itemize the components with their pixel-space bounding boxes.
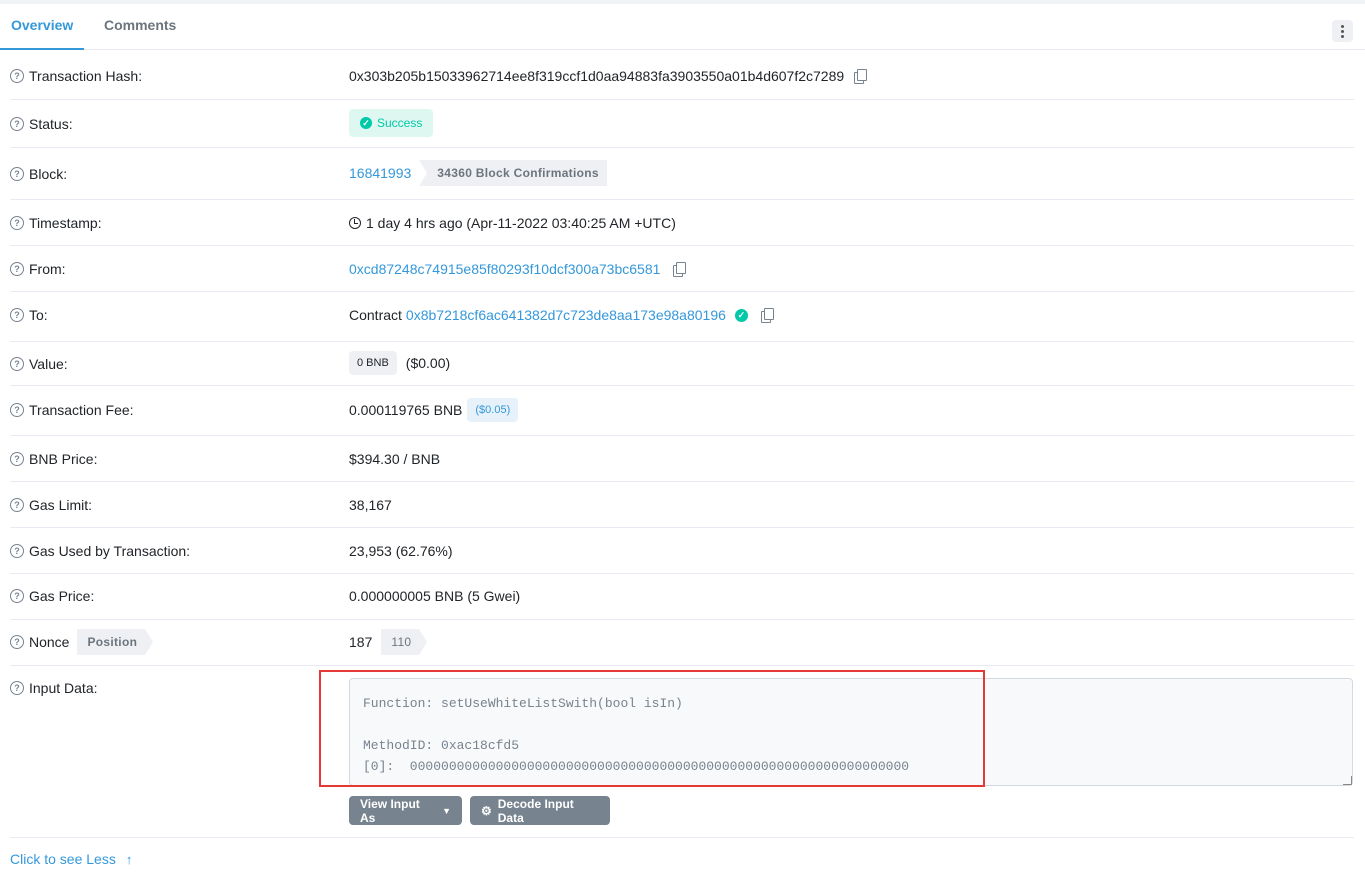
verified-check-icon: ✓ [734,308,748,322]
position-value: 110 [381,629,428,655]
status-badge: ✓ Success [349,109,434,137]
row-transaction-hash: ? Transaction Hash: 0x303b205b15033962714… [10,50,1354,100]
row-from: ? From: 0xcd87248c74915e85f80293f10dcf300… [10,246,1354,292]
row-status: ? Status: ✓ Success [10,100,1354,148]
row-label: Input Data: [29,680,98,696]
clock-icon [349,217,361,229]
position-tag: Position [77,629,153,655]
row-gas-used: ? Gas Used by Transaction: 23,953 (62.76%… [10,528,1354,574]
view-input-as-button[interactable]: View Input As ▼ [349,796,462,825]
gas-used-value: 23,953 (62.76%) [349,543,453,559]
question-icon: ? [10,167,24,181]
row-label: Status: [29,116,73,132]
copy-icon[interactable] [673,262,687,277]
to-address-link[interactable]: 0x8b7218cf6ac641382d7c723de8aa173e98a801… [406,307,726,323]
tab-comments[interactable]: Comments [104,4,176,48]
view-input-as-label: View Input As [360,796,420,825]
contract-prefix: Contract [349,307,402,323]
tab-overview[interactable]: Overview [0,4,85,50]
row-label: BNB Price: [29,451,98,467]
row-label: Value: [29,356,68,372]
question-icon: ? [10,216,24,230]
chevron-down-icon: ▼ [442,805,451,816]
value-usd: ($0.00) [405,355,451,371]
block-number-link[interactable]: 16841993 [349,165,411,181]
row-label: Nonce [29,634,70,650]
question-icon: ? [10,403,24,417]
transaction-hash-value: 0x303b205b15033962714ee8f319ccf1d0aa9488… [349,68,845,84]
fee-usd-badge: ($0.05) [467,398,519,422]
input-data-textarea[interactable]: Function: setUseWhiteListSwith(bool isIn… [349,678,1353,786]
row-transaction-fee: ? Transaction Fee: 0.000119765 BNB ($0.05) [10,386,1354,436]
tab-bar: Overview Comments [0,4,1365,50]
row-label: Gas Used by Transaction: [29,543,191,559]
question-icon: ? [10,69,24,83]
row-label: Gas Price: [29,588,95,604]
row-label: To: [29,307,48,323]
question-icon: ? [10,544,24,558]
row-to: ? To: Contract 0x8b7218cf6ac641382d7c723de… [10,292,1354,342]
question-icon: ? [10,681,24,695]
row-label: From: [29,261,66,277]
question-icon: ? [10,262,24,276]
value-badge: 0 BNB [349,351,397,375]
bnb-price-value: $394.30 / BNB [349,451,441,467]
question-icon: ? [10,357,24,371]
row-block: ? Block: 16841993 34360 Block Confirmation… [10,148,1354,200]
gas-price-value: 0.000000005 BNB (5 Gwei) [349,588,521,604]
check-circle-icon: ✓ [360,117,372,129]
row-gas-price: ? Gas Price: 0.000000005 BNB (5 Gwei) [10,574,1354,620]
question-icon: ? [10,308,24,322]
fee-amount: 0.000119765 BNB [349,402,463,418]
row-gas-limit: ? Gas Limit: 38,167 [10,482,1354,528]
row-label: Transaction Fee: [29,402,134,418]
cogs-icon: ⚙ [481,803,492,818]
row-timestamp: ? Timestamp: 1 day 4 hrs ago (Apr-11-2022… [10,200,1354,246]
row-bnb-price: ? BNB Price: $394.30 / BNB [10,436,1354,482]
row-value: ? Value: 0 BNB ($0.00) [10,342,1354,386]
decode-input-label: Decode Input Data [497,796,574,825]
question-icon: ? [10,452,24,466]
question-icon: ? [10,635,24,649]
see-less-label: Click to see Less [10,851,116,867]
nonce-value: 187 [349,634,373,650]
row-nonce: ? Nonce Position 187 110 [10,620,1354,666]
question-icon: ? [10,498,24,512]
decode-input-data-button[interactable]: ⚙ Decode Input Data [470,796,610,825]
arrow-up-icon: ↑ [125,851,133,867]
row-label: Block: [29,166,68,182]
resize-handle-icon[interactable] [1343,776,1352,785]
copy-icon[interactable] [854,69,868,84]
block-confirmations-badge: 34360 Block Confirmations [419,160,607,186]
row-label: Transaction Hash: [29,68,143,84]
question-icon: ? [10,589,24,603]
see-less-link[interactable]: Click to see Less ↑ [10,851,132,867]
kebab-menu-icon[interactable] [1332,20,1353,42]
status-text: Success [377,116,423,130]
row-label: Timestamp: [29,215,102,231]
copy-icon[interactable] [760,308,774,323]
gas-limit-value: 38,167 [349,497,392,513]
from-address-link[interactable]: 0xcd87248c74915e85f80293f10dcf300a73bc65… [349,261,660,277]
timestamp-value: 1 day 4 hrs ago (Apr-11-2022 03:40:25 AM… [366,215,676,231]
question-icon: ? [10,117,24,131]
row-label: Gas Limit: [29,497,93,513]
